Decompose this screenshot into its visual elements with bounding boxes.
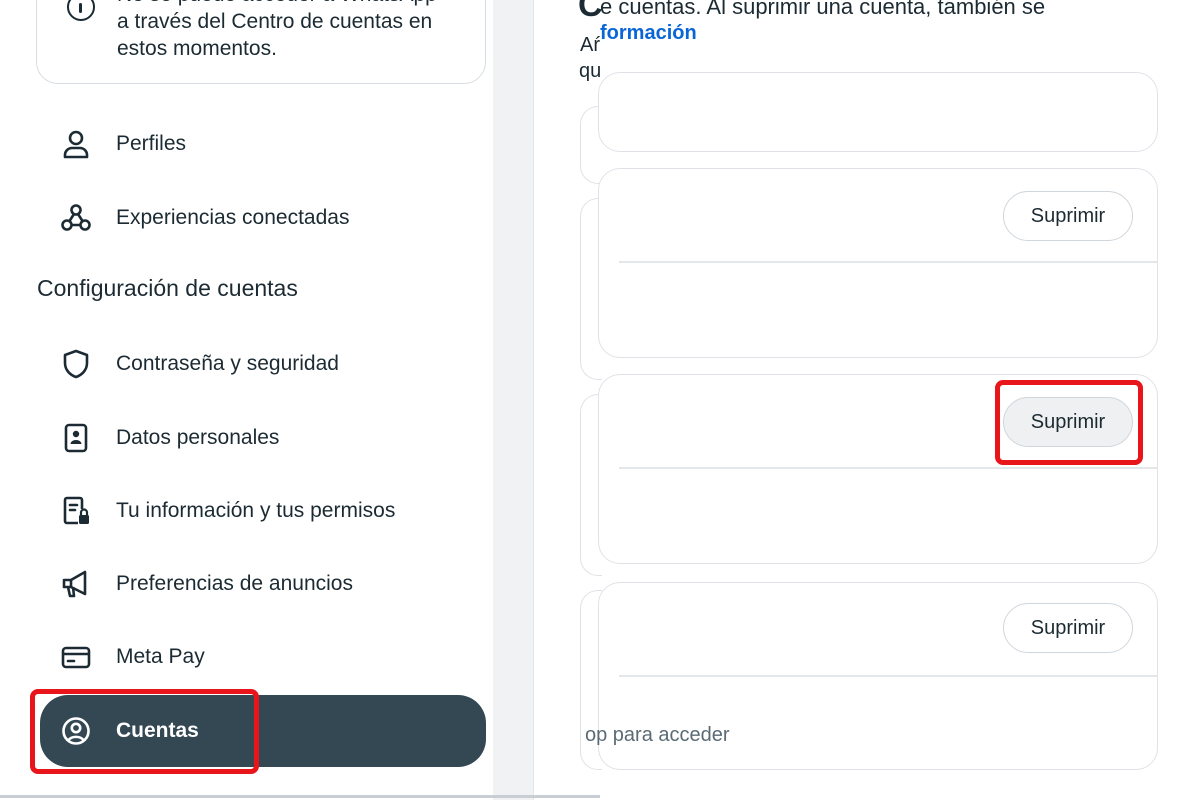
sidebar-item-perfiles[interactable]: Perfiles bbox=[40, 114, 486, 174]
sidebar-item-label: Tu información y tus permisos bbox=[116, 499, 396, 522]
sidebar-item-label: Contraseña y seguridad bbox=[116, 352, 339, 375]
notice-line: No se puede acceder a WhatsApp bbox=[117, 0, 477, 8]
sidebar-item-label: Datos personales bbox=[116, 426, 280, 449]
notice-line: estos momentos. bbox=[117, 37, 277, 60]
whatsapp-notice-text: No se puede acceder a WhatsApp a través … bbox=[117, 0, 477, 62]
sidebar-item-tu-informacion[interactable]: Tu información y tus permisos bbox=[40, 481, 486, 541]
sidebar-item-cuentas[interactable]: Cuentas bbox=[40, 695, 486, 767]
whatsapp-access-text: op para acceder bbox=[585, 724, 730, 746]
info-icon bbox=[67, 0, 95, 21]
account-circle-icon bbox=[62, 717, 90, 745]
whatsapp-notice-card: No se puede acceder a WhatsApp a través … bbox=[36, 0, 486, 84]
shield-icon bbox=[63, 349, 89, 379]
text-fragment: Aŕ bbox=[580, 34, 600, 56]
bottom-border bbox=[0, 795, 600, 798]
card-divider bbox=[619, 467, 1157, 469]
sidebar-item-datos-personales[interactable]: Datos personales bbox=[40, 408, 486, 468]
card-divider bbox=[619, 261, 1157, 263]
sidebar: No se puede acceder a WhatsApp a través … bbox=[0, 0, 493, 795]
delete-account-button[interactable]: Suprimir bbox=[1003, 603, 1133, 653]
sidebar-item-label: Perfiles bbox=[116, 132, 187, 155]
document-lock-icon bbox=[63, 496, 89, 525]
notice-line: a través del Centro de cuentas en bbox=[117, 10, 433, 33]
sidebar-item-experiencias-conectadas[interactable]: Experiencias conectadas bbox=[40, 188, 486, 248]
text-fragment: qu bbox=[579, 60, 602, 82]
sidebar-item-contrasena-seguridad[interactable]: Contraseña y seguridad bbox=[40, 334, 486, 394]
delete-account-button[interactable]: Suprimir bbox=[1003, 397, 1133, 447]
sidebar-item-meta-pay[interactable]: Meta Pay bbox=[40, 627, 486, 687]
connected-experiences-icon bbox=[61, 204, 91, 231]
delete-account-button[interactable]: Suprimir bbox=[1003, 191, 1133, 241]
accounts-description: e cuentas. Al suprimir una cuenta, tambi… bbox=[600, 0, 1046, 19]
card-divider bbox=[619, 675, 1157, 677]
pane-separator bbox=[493, 0, 533, 800]
profile-icon bbox=[63, 130, 89, 159]
more-info-link[interactable]: formación bbox=[600, 22, 697, 45]
account-card: Suprimir bbox=[598, 168, 1158, 358]
sidebar-item-preferencias-anuncios[interactable]: Preferencias de anuncios bbox=[40, 554, 486, 614]
sidebar-item-label: Meta Pay bbox=[116, 645, 205, 668]
account-card: Suprimir bbox=[598, 374, 1158, 564]
credit-card-icon bbox=[61, 646, 91, 669]
sidebar-item-label: Cuentas bbox=[116, 719, 199, 742]
id-card-icon bbox=[64, 423, 88, 453]
megaphone-icon bbox=[62, 570, 87, 598]
account-card bbox=[598, 72, 1158, 152]
section-title: Configuración de cuentas bbox=[37, 275, 298, 301]
sidebar-item-label: Experiencias conectadas bbox=[116, 206, 350, 229]
heading-fragment: C bbox=[578, 0, 603, 24]
sidebar-item-label: Preferencias de anuncios bbox=[116, 572, 353, 595]
